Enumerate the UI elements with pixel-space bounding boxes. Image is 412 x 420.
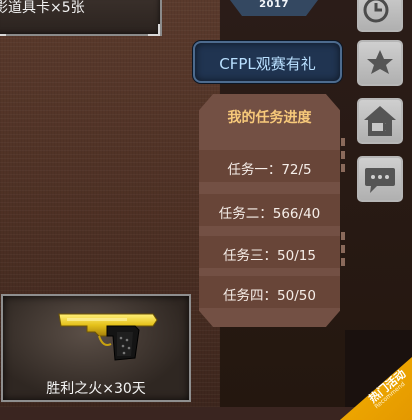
panel-notch [341, 151, 345, 159]
task-panel-title: 我的任务进度 [227, 110, 312, 126]
panel-notch [341, 258, 345, 266]
reward-card-gun-label: 胜利之火×30天 [46, 381, 146, 397]
clock-icon [363, 0, 389, 23]
task-row: 任务三：50/15 [199, 236, 340, 268]
golden-pistol-icon [58, 313, 158, 361]
panel-notch [341, 164, 345, 172]
panel-notch [341, 232, 345, 240]
task-row: 任务二：566/40 [199, 194, 340, 226]
reward-card-top-label: 影道具卡×5张 [0, 0, 85, 16]
favorites-button[interactable] [357, 40, 403, 86]
chat-button[interactable] [357, 156, 403, 202]
task-progress-3: 任务三：50/15 [223, 248, 316, 264]
reward-card-gun[interactable]: 胜利之火×30天 [1, 294, 191, 402]
panel-notch [341, 138, 345, 146]
task-row: 任务一：72/5 [199, 150, 340, 182]
reward-card-top[interactable]: 影道具卡×5张 [0, 0, 162, 36]
clock-button[interactable] [357, 0, 403, 32]
badge-year: 2017 [259, 0, 289, 10]
task-progress-2: 任务二：566/40 [218, 206, 321, 222]
share-button[interactable] [357, 98, 403, 144]
chat-icon [365, 168, 395, 193]
task-progress-4: 任务四：50/50 [223, 288, 316, 304]
star-icon [367, 50, 393, 74]
task-row: 任务四：50/50 [199, 276, 340, 308]
cfpl-banner-button[interactable]: CFPL观赛有礼 [193, 41, 342, 83]
home-share-icon [364, 106, 396, 136]
card-corner-mark [148, 24, 160, 36]
card-corner-mark [0, 24, 6, 36]
panel-notch [341, 245, 345, 253]
cfpl-banner-label: CFPL观赛有礼 [219, 55, 316, 73]
task-progress-1: 任务一：72/5 [227, 162, 312, 178]
